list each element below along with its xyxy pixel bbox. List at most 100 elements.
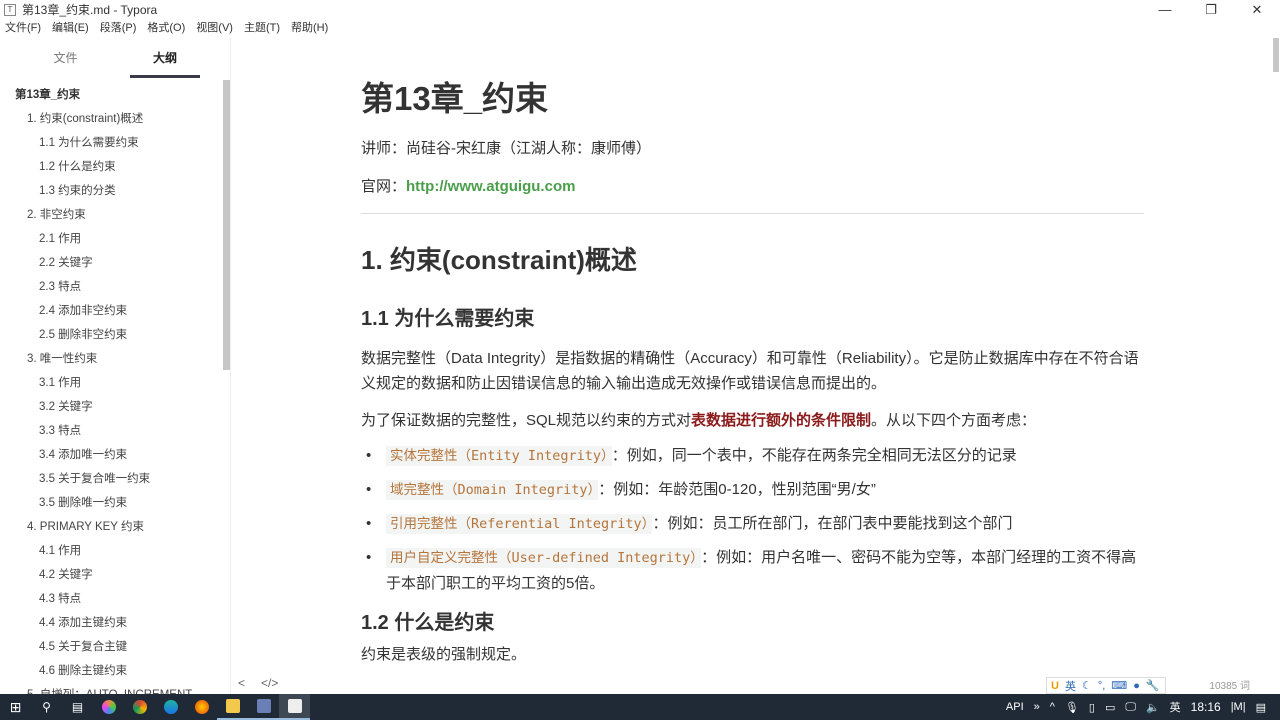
outline-item[interactable]: 4.3 特点	[0, 587, 222, 611]
chrome-icon[interactable]	[124, 694, 155, 720]
punctuation-icon[interactable]: °,	[1098, 680, 1105, 692]
edge-icon[interactable]	[155, 694, 186, 720]
ime-logo-icon: U	[1051, 679, 1059, 692]
tray-api[interactable]: API	[1006, 701, 1024, 713]
battery-icon[interactable]: ▭	[1105, 701, 1115, 714]
outline-item[interactable]: 4. PRIMARY KEY 约束	[0, 515, 222, 539]
outline-item[interactable]: 2.5 删除非空约束	[0, 323, 222, 347]
microphone-icon[interactable]: 🎙	[1065, 701, 1079, 714]
text: ：例如：员工所在部门，在部门表中要能找到这个部门	[652, 515, 1013, 532]
mysql-icon[interactable]	[248, 694, 279, 720]
show-hidden-icons[interactable]: ^	[1050, 701, 1055, 713]
text: ：例如：年龄范围0-120，性别范围“男/女”	[598, 481, 876, 498]
word-count[interactable]: 10385 词	[1209, 677, 1250, 692]
file-explorer-icon[interactable]	[217, 694, 248, 720]
outline-item[interactable]: 4.4 添加主键约束	[0, 611, 222, 635]
outline-item[interactable]: 2.3 特点	[0, 275, 222, 299]
outline-item[interactable]: 1. 约束(constraint)概述	[0, 107, 222, 131]
menu-item[interactable]: 格式(O)	[147, 19, 185, 38]
outline-item[interactable]: 4.5 关于复合主键	[0, 635, 222, 659]
list-item: 实体完整性（Entity Integrity）：例如，同一个表中，不能存在两条完…	[361, 443, 1144, 469]
outline-item[interactable]: 2.1 作用	[0, 227, 222, 251]
heading-1: 1. 约束(constraint)概述	[361, 245, 637, 275]
outline-item[interactable]: 4.1 作用	[0, 539, 222, 563]
text: ：例如，同一个表中，不能存在两条完全相同无法区分的记录	[611, 447, 1017, 464]
document[interactable]: 第13章_约束 讲师：尚硅谷-宋红康（江湖人称：康师傅） 官网：http://w…	[361, 38, 1144, 667]
outline-item[interactable]: 1.3 约束的分类	[0, 179, 222, 203]
title-bar: T 第13章_约束.md - Typora — ❐ ✕	[0, 0, 1280, 19]
typora-app-icon: T	[4, 3, 16, 16]
media-icon[interactable]: |M|	[1231, 701, 1246, 713]
sidebar: 文件 大纲 第13章_约束 1. 约束(constraint)概述 1.1 为什么需…	[0, 38, 231, 694]
lecturer-line: 讲师：尚硅谷-宋红康（江湖人称：康师傅）	[361, 140, 651, 157]
outline-item[interactable]: 3.5 关于复合唯一约束	[0, 467, 222, 491]
bold-text: 表数据进行额外的条件限制	[691, 412, 872, 429]
network-icon[interactable]: 🖵	[1125, 701, 1136, 714]
divider	[361, 213, 1144, 214]
site-line: 官网：http://www.atguigu.com	[361, 174, 1144, 199]
moon-icon[interactable]: ☾	[1082, 679, 1092, 692]
outline-item[interactable]: 4.2 关键字	[0, 563, 222, 587]
outline-item[interactable]: 5. 自增列：AUTO_INCREMENT	[0, 683, 222, 694]
outline-item[interactable]: 2.4 添加非空约束	[0, 299, 222, 323]
menu-item[interactable]: 视图(V)	[196, 19, 233, 38]
firefox-icon[interactable]	[186, 694, 217, 720]
menu-item[interactable]: 段落(P)	[100, 19, 137, 38]
outline-item[interactable]: 2.2 关键字	[0, 251, 222, 275]
close-button[interactable]: ✕	[1234, 0, 1280, 19]
source-code-mode-icon[interactable]: </>	[261, 676, 278, 690]
inline-code: 用户自定义完整性（User-defined Integrity）	[386, 548, 702, 568]
outline-item[interactable]: 3.4 添加唯一约束	[0, 443, 222, 467]
list-item: 引用完整性（Referential Integrity）：例如：员工所在部门，在…	[361, 511, 1144, 537]
notifications-icon[interactable]: ▤	[1256, 701, 1266, 714]
outline-item[interactable]: 3.1 作用	[0, 371, 222, 395]
typora-icon[interactable]	[279, 694, 310, 720]
maximize-button[interactable]: ❐	[1188, 0, 1234, 19]
taskbar: ⊞ ⚲ ▤ API » ^ 🎙 ▯ ▭ 🖵 🔈 英 18:16 |M| ▤	[0, 694, 1280, 720]
wrench-icon[interactable]: 🔧	[1146, 679, 1160, 692]
clock[interactable]: 18:16	[1191, 700, 1221, 714]
tray-overflow[interactable]: »	[1034, 701, 1040, 713]
sidebar-scrollbar[interactable]	[223, 80, 230, 370]
ime-language[interactable]: 英	[1065, 678, 1076, 694]
search-icon[interactable]: ⚲	[31, 694, 62, 720]
menu-item[interactable]: 文件(F)	[5, 19, 41, 38]
text: 为了保证数据的完整性，SQL规范以约束的方式对	[361, 412, 692, 429]
site-label: 官网：	[361, 178, 407, 195]
user-icon[interactable]: ●	[1133, 680, 1140, 692]
app-icon-colorful[interactable]	[93, 694, 124, 720]
paragraph-constraints: 为了保证数据的完整性，SQL规范以约束的方式对表数据进行额外的条件限制。从以下四…	[361, 408, 1144, 433]
outline-item[interactable]: 1.1 为什么需要约束	[0, 131, 222, 155]
outline-item[interactable]: 3.2 关键字	[0, 395, 222, 419]
keyboard-icon[interactable]: ⌨	[1111, 679, 1127, 692]
back-icon[interactable]: <	[238, 676, 245, 690]
menu-bar: 文件(F) 编辑(E) 段落(P) 格式(O) 视图(V) 主题(T) 帮助(H)	[0, 19, 339, 38]
tab-files[interactable]: 文件	[33, 38, 98, 78]
heading-1-1: 1.1 为什么需要约束	[361, 308, 535, 330]
window-title: 第13章_约束.md - Typora	[22, 3, 158, 17]
task-view-icon[interactable]: ▤	[62, 694, 93, 720]
minimize-button[interactable]: —	[1142, 0, 1188, 19]
menu-item[interactable]: 编辑(E)	[52, 19, 89, 38]
outline-item[interactable]: 3.3 特点	[0, 419, 222, 443]
ime-toolbar[interactable]: U 英 ☾ °, ⌨ ● 🔧	[1046, 677, 1166, 694]
outline-item[interactable]: 2. 非空约束	[0, 203, 222, 227]
text: 。从以下四个方面考虑：	[871, 412, 1037, 429]
outline-item[interactable]: 第13章_约束	[0, 83, 222, 107]
usb-icon[interactable]: ▯	[1089, 701, 1095, 714]
document-scrollbar[interactable]	[1273, 38, 1279, 72]
outline-item[interactable]: 1.2 什么是约束	[0, 155, 222, 179]
volume-icon[interactable]: 🔈	[1146, 701, 1160, 714]
menu-item[interactable]: 主题(T)	[244, 19, 280, 38]
paragraph-integrity: 数据完整性（Data Integrity）是指数据的精确性（Accuracy）和…	[361, 350, 1139, 392]
outline-item[interactable]: 4.6 删除主键约束	[0, 659, 222, 683]
tab-outline[interactable]: 大纲	[130, 38, 200, 78]
outline-item[interactable]: 3. 唯一性约束	[0, 347, 222, 371]
site-link[interactable]: http://www.atguigu.com	[406, 178, 575, 195]
windows-start-icon[interactable]: ⊞	[0, 694, 31, 720]
menu-item[interactable]: 帮助(H)	[291, 19, 328, 38]
outline-item[interactable]: 3.5 删除唯一约束	[0, 491, 222, 515]
list-item: 域完整性（Domain Integrity）：例如：年龄范围0-120，性别范围…	[361, 477, 1144, 503]
doc-title: 第13章_约束	[361, 80, 549, 117]
input-language[interactable]: 英	[1170, 699, 1181, 715]
